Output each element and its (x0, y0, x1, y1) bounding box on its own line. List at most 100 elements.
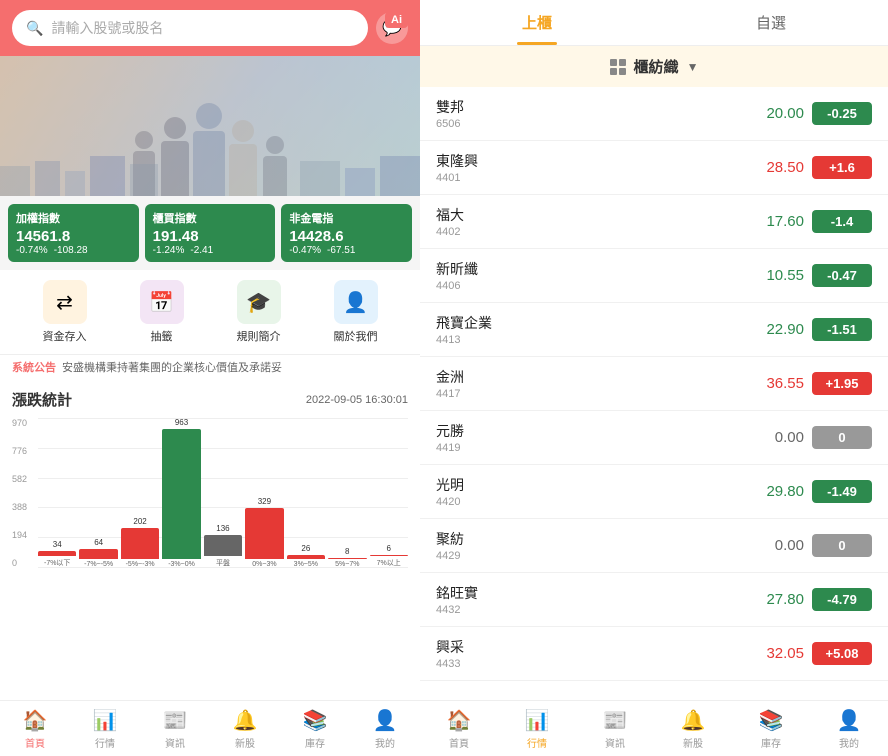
right-market-icon: 📊 (525, 708, 550, 733)
right-bottom-nav: 🏠 首頁 📊 行情 📰 資訊 🔔 新股 📚 庫存 👤 我的 (420, 700, 888, 756)
right-nav-ipo-label: 新股 (683, 735, 703, 750)
bar-value-label: 202 (133, 517, 146, 526)
stock-row[interactable]: 金洲441736.55+1.95 (420, 357, 888, 411)
stock-change: -1.49 (812, 480, 872, 503)
banner (0, 56, 420, 196)
bar-group: 963-3%~0% (162, 418, 200, 568)
stock-row[interactable]: 光明442029.80-1.49 (420, 465, 888, 519)
card-change-nf: -0.47% -67.51 (289, 245, 404, 256)
right-nav-mine-label: 我的 (839, 735, 859, 750)
bar-x-label: 7%以上 (377, 558, 401, 568)
stock-code: 4420 (436, 496, 734, 508)
stock-code: 6506 (436, 118, 734, 130)
stock-row[interactable]: 新昕纖440610.55-0.47 (420, 249, 888, 303)
stock-info: 聚紡4429 (436, 529, 734, 562)
stock-info: 福大4402 (436, 205, 734, 238)
right-nav-mine[interactable]: 👤 我的 (810, 708, 888, 750)
right-news-icon: 📰 (603, 708, 628, 733)
stock-row[interactable]: 銘旺實443227.80-4.79 (420, 573, 888, 627)
deposit-icon: ⇄ (43, 280, 87, 324)
nav-mine[interactable]: 👤 我的 (350, 708, 420, 750)
search-input-wrapper[interactable]: 🔍 請輸入股號或股名 (12, 10, 368, 46)
bar (38, 551, 76, 556)
stock-info: 東隆興4401 (436, 151, 734, 184)
stock-price: 20.00 (734, 105, 804, 122)
stock-code: 4401 (436, 172, 734, 184)
stock-row[interactable]: 東隆興440128.50+1.6 (420, 141, 888, 195)
stock-code: 4417 (436, 388, 734, 400)
rules-icon: 🎓 (237, 280, 281, 324)
quick-action-rules[interactable]: 🎓 規則簡介 (237, 280, 281, 344)
stock-row[interactable]: 飛寶企業441322.90-1.51 (420, 303, 888, 357)
stock-change: +5.08 (812, 642, 872, 665)
nav-market[interactable]: 📊 行情 (70, 708, 140, 750)
right-nav-ipo[interactable]: 🔔 新股 (654, 708, 732, 750)
quick-action-deposit[interactable]: ⇄ 資金存入 (43, 280, 87, 344)
nav-home[interactable]: 🏠 首頁 (0, 708, 70, 750)
bar-x-label: 3%~5% (294, 561, 318, 568)
stock-name: 元勝 (436, 421, 734, 441)
tab-watchlist[interactable]: 自選 (654, 0, 888, 45)
card-title-nf: 非金電指 (289, 210, 404, 226)
nav-ipo[interactable]: 🔔 新股 (210, 708, 280, 750)
nav-news[interactable]: 📰 資訊 (140, 708, 210, 750)
stock-name: 飛寶企業 (436, 313, 734, 333)
search-icon: 🔍 (26, 20, 43, 37)
bar-value-label: 64 (94, 538, 103, 547)
notice-text: 安盛機構秉持著集團的企業核心價值及承諾妥 (62, 359, 282, 375)
bar-group: 3290%~3% (245, 418, 283, 568)
weighted-index-card[interactable]: 加權指數 14561.8 -0.74% -108.28 (8, 204, 139, 262)
stock-change: -0.25 (812, 102, 872, 125)
stock-info: 光明4420 (436, 475, 734, 508)
stock-change: -1.51 (812, 318, 872, 341)
right-nav-home-label: 首頁 (449, 735, 469, 750)
stock-code: 4432 (436, 604, 734, 616)
bar-x-label: 0%~3% (252, 561, 276, 568)
stock-row[interactable]: 聚紡44290.000 (420, 519, 888, 573)
stock-change: -0.47 (812, 264, 872, 287)
stock-row[interactable]: 雙邦650620.00 -0.25 (420, 87, 888, 141)
stock-info: 元勝4419 (436, 421, 734, 454)
bar (245, 508, 283, 559)
left-bottom-nav: 🏠 首頁 📊 行情 📰 資訊 🔔 新股 📚 庫存 👤 我的 (0, 700, 420, 756)
card-value-nf: 14428.6 (289, 228, 404, 245)
mine-icon: 👤 (373, 708, 398, 733)
otc-index-card[interactable]: 櫃買指數 191.48 -1.24% -2.41 (145, 204, 276, 262)
deposit-label: 資金存入 (43, 328, 87, 344)
stock-change: +1.6 (812, 156, 872, 179)
bar (287, 555, 325, 559)
quick-action-about[interactable]: 👤 關於我們 (334, 280, 378, 344)
about-icon: 👤 (334, 280, 378, 324)
bar-value-label: 34 (53, 540, 62, 549)
right-mine-icon: 👤 (837, 708, 862, 733)
stock-change: 0 (812, 534, 872, 557)
right-tabs: 上櫃 自選 (420, 0, 888, 46)
stock-change: -4.79 (812, 588, 872, 611)
non-finance-index-card[interactable]: 非金電指 14428.6 -0.47% -67.51 (281, 204, 412, 262)
bar-x-label: -7%以下 (44, 558, 70, 568)
right-nav-news[interactable]: 📰 資訊 (576, 708, 654, 750)
card-change-otc: -1.24% -2.41 (153, 245, 268, 256)
stock-info: 飛寶企業4413 (436, 313, 734, 346)
bar-value-label: 963 (175, 418, 188, 427)
stock-row[interactable]: 福大440217.60-1.4 (420, 195, 888, 249)
nav-inventory[interactable]: 📚 庫存 (280, 708, 350, 750)
stock-name: 銘旺實 (436, 583, 734, 603)
stock-row[interactable]: 元勝44190.000 (420, 411, 888, 465)
bar-value-label: 8 (345, 547, 349, 556)
right-nav-market[interactable]: 📊 行情 (498, 708, 576, 750)
chart-time: 2022-09-05 16:30:01 (306, 394, 408, 406)
stock-info: 雙邦6506 (436, 97, 734, 130)
right-nav-inventory[interactable]: 📚 庫存 (732, 708, 810, 750)
stock-row[interactable]: 興采443332.05+5.08 (420, 627, 888, 681)
category-row[interactable]: 櫃紡織 ▼ (420, 46, 888, 87)
stock-code: 4402 (436, 226, 734, 238)
stock-name: 聚紡 (436, 529, 734, 549)
quick-action-ipo[interactable]: 📅 抽籤 (140, 280, 184, 344)
left-panel: 🔍 請輸入股號或股名 💬 Ai (0, 0, 420, 756)
tab-market[interactable]: 上櫃 (420, 0, 654, 45)
right-nav-home[interactable]: 🏠 首頁 (420, 708, 498, 750)
bars-container: 34-7%以下64-7%~-5%202-5%~-3%963-3%~0%136平盤… (38, 418, 408, 568)
stock-change: +1.95 (812, 372, 872, 395)
right-nav-inventory-label: 庫存 (761, 735, 781, 750)
